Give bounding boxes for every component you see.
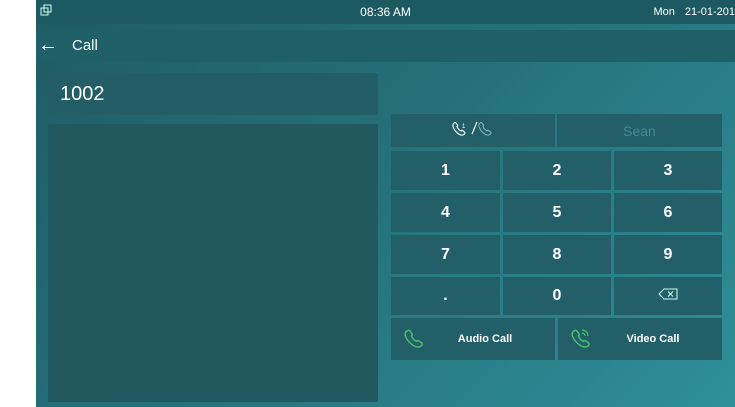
- contact-name: Sean: [557, 114, 722, 147]
- phone-icon: [391, 328, 423, 351]
- audio-call-button[interactable]: Audio Call: [391, 318, 555, 360]
- keypad-key-3[interactable]: 3: [614, 151, 722, 190]
- audio-call-label: Audio Call: [457, 333, 513, 345]
- page-title: Call: [72, 37, 98, 54]
- dialed-number-display[interactable]: 1002: [48, 73, 378, 115]
- video-call-label: Video Call: [626, 333, 680, 345]
- keypad-key-5[interactable]: 5: [503, 193, 611, 232]
- status-time: 08:36 AM: [360, 5, 411, 19]
- backspace-button[interactable]: [614, 277, 722, 315]
- status-bar: 08:36 AM Mon 21-01-201: [36, 0, 735, 24]
- back-arrow-icon[interactable]: ←: [38, 34, 58, 56]
- video-phone-icon: [558, 328, 592, 351]
- svg-text:1: 1: [462, 124, 466, 130]
- backspace-icon: [658, 287, 678, 305]
- keypad-key-9[interactable]: 9: [614, 235, 722, 274]
- title-bar: ← Call: [36, 30, 735, 62]
- keypad-key-4[interactable]: 4: [391, 193, 500, 232]
- keypad-key-8[interactable]: 8: [503, 235, 611, 274]
- keypad-key-dot[interactable]: .: [391, 277, 500, 315]
- status-date: Mon 21-01-201: [643, 6, 735, 18]
- status-date-value: 21-01-201: [684, 6, 735, 18]
- video-call-button[interactable]: Video Call: [558, 318, 722, 360]
- status-day: Mon: [653, 6, 675, 18]
- keypad-key-6[interactable]: 6: [614, 193, 722, 232]
- audio-video-toggle-button[interactable]: 1: [391, 114, 555, 147]
- device-screen: 08:36 AM Mon 21-01-201 ← Call 1002 1 Sean…: [36, 0, 735, 407]
- audio-video-toggle-icon: 1: [451, 120, 495, 141]
- keypad-key-0[interactable]: 0: [503, 277, 611, 315]
- keypad-key-7[interactable]: 7: [391, 235, 500, 274]
- video-preview-area: [48, 124, 378, 402]
- keypad-key-2[interactable]: 2: [503, 151, 611, 190]
- keypad-key-1[interactable]: 1: [391, 151, 500, 190]
